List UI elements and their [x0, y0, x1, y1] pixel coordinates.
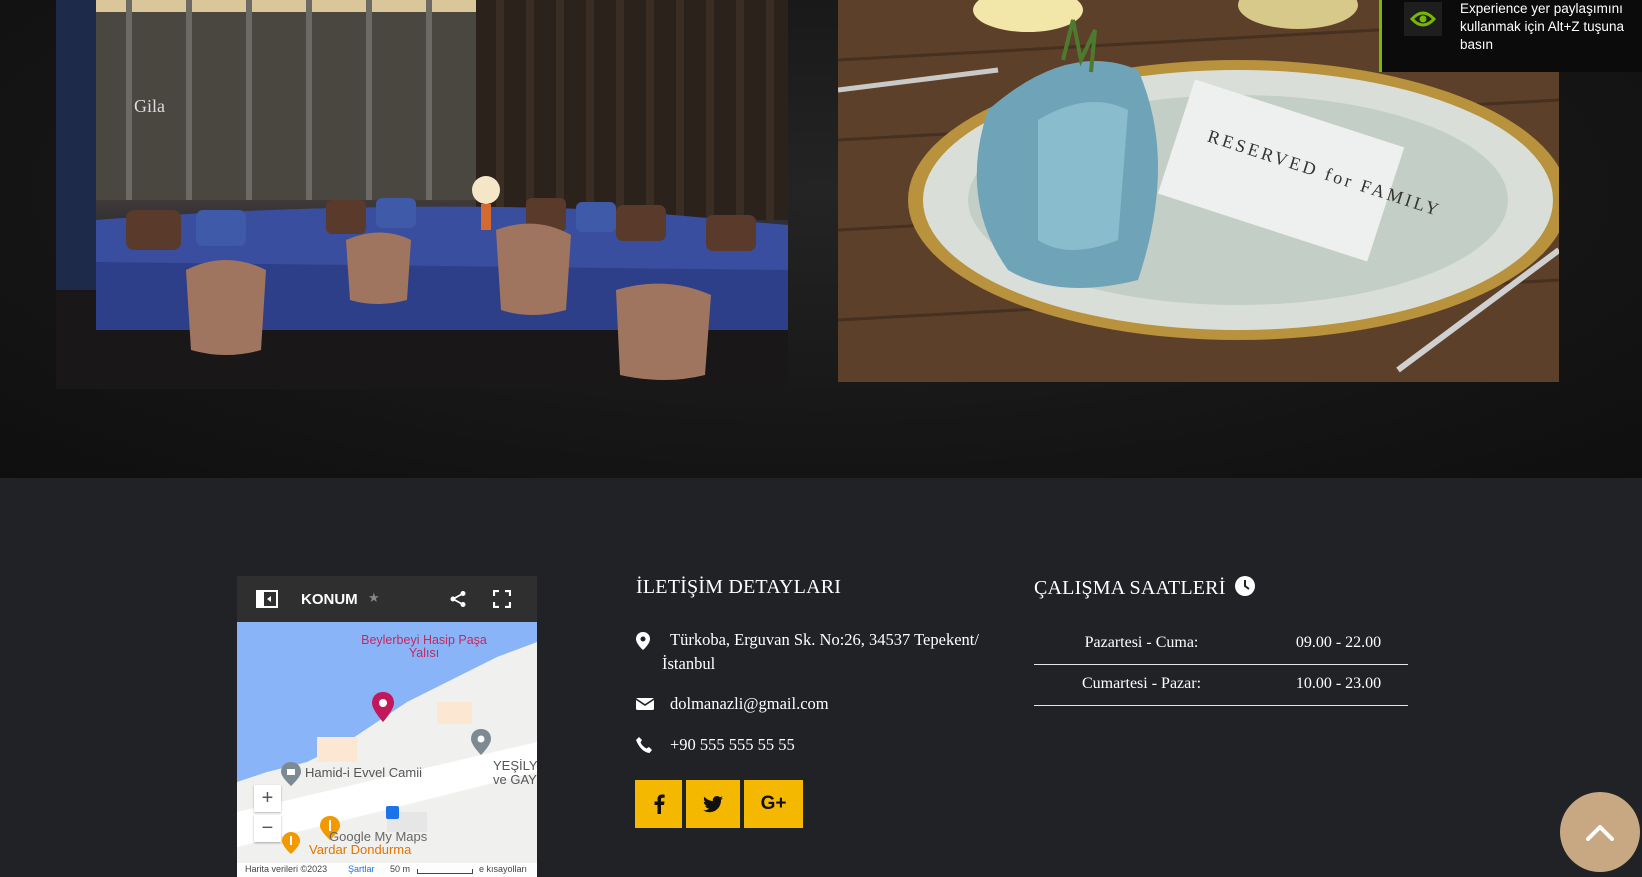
map-brand: Google My Maps — [329, 829, 428, 844]
lounge-illustration: Gila — [56, 0, 788, 389]
hours-heading: ÇALIŞMA SAATLERİ — [1034, 576, 1255, 602]
envelope-icon — [635, 696, 655, 714]
nvidia-share-notification: Experience yer paylaşımını kullanmak içi… — [1379, 0, 1642, 72]
facebook-icon — [654, 794, 665, 814]
contact-heading: İLETİŞİM DETAYLARI — [636, 576, 842, 598]
map-data-credit: Harita verileri ©2023 — [245, 864, 328, 874]
notification-text: Experience yer paylaşımını kullanmak içi… — [1460, 1, 1624, 52]
address-row: Türkoba, Erguvan Sk. No:26, 34537 Tepeke… — [636, 630, 996, 676]
map-terms-link[interactable]: Şartlar — [348, 864, 375, 874]
address-line-2: İstanbul — [662, 654, 716, 673]
hours-row: Cumartesi - Pazar: 10.00 - 23.00 — [1034, 665, 1408, 706]
map-legend-icon[interactable] — [256, 590, 278, 608]
restaurant-pin-icon[interactable] — [282, 832, 300, 854]
zoom-in-button[interactable]: + — [254, 785, 281, 812]
nvidia-logo-icon — [1404, 2, 1442, 36]
hours-table: Pazartesi - Cuma: 09.00 - 22.00 Cumartes… — [1034, 624, 1408, 706]
phone-icon — [636, 737, 654, 755]
hours-day: Pazartesi - Cuma: — [1084, 634, 1199, 651]
hours-day: Cumartesi - Pazar: — [1081, 675, 1202, 692]
mosque-pin-icon[interactable] — [281, 762, 301, 786]
phone-link[interactable]: +90 555 555 55 55 — [670, 735, 795, 755]
map-place-label[interactable]: Hamid-i Evvel Camii — [305, 765, 422, 780]
share-icon[interactable] — [449, 590, 467, 608]
gila-sign: Gila — [134, 96, 165, 116]
map-place-label[interactable]: YEŞİLY ve GAY — [493, 759, 537, 787]
twitter-button[interactable] — [686, 780, 740, 828]
clock-icon — [1234, 576, 1255, 602]
hours-row: Pazartesi - Cuma: 09.00 - 22.00 — [1034, 624, 1408, 665]
map-header: KONUM ★ — [237, 576, 537, 622]
star-icon[interactable]: ★ — [368, 590, 380, 606]
email-link[interactable]: dolmanazli@gmail.com — [670, 694, 829, 714]
lounge-photo[interactable]: Gila — [56, 0, 788, 389]
google-plus-button[interactable]: G+ — [744, 780, 803, 828]
google-plus-icon: G+ — [760, 793, 787, 814]
scroll-to-top-button[interactable] — [1560, 792, 1640, 872]
map-canvas[interactable]: Beylerbeyi Hasip Paşa Yalısı Hamid-i Evv… — [237, 622, 537, 877]
zoom-out-button[interactable]: − — [254, 815, 281, 842]
map-title: KONUM — [301, 591, 358, 608]
map-footer: Harita verileri ©2023 Şartlar 50 m e kıs… — [237, 863, 537, 877]
phone-row: +90 555 555 55 55 — [636, 735, 896, 757]
twitter-icon — [703, 795, 723, 812]
map-scale: 50 m — [390, 864, 411, 874]
location-map[interactable]: KONUM ★ Beylerbeyi Hasip Paşa Yalısı Ham… — [237, 576, 537, 877]
hours-time: 09.00 - 22.00 — [1295, 634, 1382, 651]
place-pin-icon[interactable] — [471, 729, 491, 755]
hours-heading-text: ÇALIŞMA SAATLERİ — [1034, 577, 1226, 599]
map-pin-icon — [636, 632, 654, 650]
map-place-label[interactable]: Beylerbeyi Hasip Paşa Yalısı — [359, 634, 489, 660]
map-place-label[interactable]: Vardar Dondurma — [309, 842, 411, 857]
map-scale-bar — [417, 869, 473, 874]
address-line-1: Türkoba, Erguvan Sk. No:26, 34537 Tepeke… — [670, 630, 979, 649]
bus-stop-icon[interactable] — [386, 806, 399, 819]
map-shortcuts[interactable]: e kısayolları — [479, 864, 527, 874]
email-row: dolmanazli@gmail.com — [635, 694, 896, 716]
facebook-button[interactable] — [635, 780, 682, 828]
fullscreen-icon[interactable] — [492, 589, 512, 609]
chevron-up-icon — [1586, 825, 1614, 841]
map-marker-icon[interactable] — [372, 692, 394, 722]
hours-time: 10.00 - 23.00 — [1295, 675, 1382, 692]
